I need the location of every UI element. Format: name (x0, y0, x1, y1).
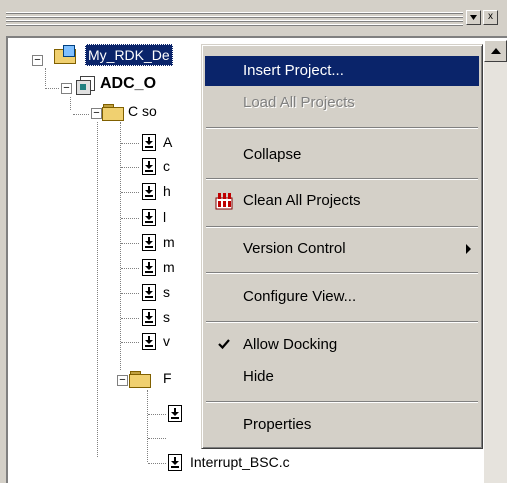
menu-item-collapse[interactable]: Collapse (205, 140, 479, 170)
tree-node-file[interactable]: h (163, 180, 171, 202)
tree-line (121, 218, 139, 219)
scroll-up-button[interactable] (484, 40, 507, 62)
menu-item-properties[interactable]: Properties (205, 410, 479, 440)
menu-item-label: Collapse (243, 146, 302, 163)
menu-separator (206, 401, 478, 403)
collapse-toggle[interactable]: − (117, 375, 128, 386)
menu-separator (206, 178, 478, 180)
menu-item-version-control[interactable]: Version Control (205, 234, 479, 264)
file-icon (142, 259, 156, 276)
folder-icon (102, 104, 124, 121)
file-icon (168, 454, 182, 471)
tree-line (147, 390, 148, 462)
folder-icon (129, 371, 151, 388)
project-icon (76, 76, 95, 95)
submenu-arrow-icon (466, 244, 471, 254)
collapse-toggle[interactable]: − (91, 108, 102, 119)
menu-item-load-all-projects: Load All Projects (205, 88, 479, 118)
menu-item-label: Insert Project... (243, 62, 344, 79)
file-icon (142, 284, 156, 301)
tree-line (121, 342, 139, 343)
tree-node-file[interactable]: m (163, 231, 175, 253)
menu-item-label: Load All Projects (243, 94, 355, 111)
tree-node-file[interactable]: l (163, 206, 166, 228)
file-icon (142, 158, 156, 175)
collapse-toggle[interactable]: − (32, 55, 43, 66)
clean-projects-icon (215, 193, 233, 210)
file-icon (142, 234, 156, 251)
tree-line (121, 143, 139, 144)
menu-item-clean-all-projects[interactable]: Clean All Projects (205, 186, 479, 216)
tree-node-file[interactable]: m (163, 256, 175, 278)
vertical-scrollbar[interactable] (484, 40, 507, 483)
tree-node-c-source[interactable]: C so (128, 100, 157, 122)
tree-node-file[interactable]: s (163, 281, 170, 303)
tree-line (148, 463, 166, 464)
file-icon (142, 309, 156, 326)
tree-line (97, 122, 98, 457)
dock-title-bar: x (0, 0, 507, 36)
file-icon (168, 405, 182, 422)
dock-close-button[interactable]: x (483, 10, 498, 25)
context-menu: Insert Project... Load All Projects Coll… (201, 44, 483, 449)
menu-item-hide[interactable]: Hide (205, 362, 479, 392)
tree-line (121, 167, 139, 168)
tree-node-file[interactable]: c (163, 155, 170, 177)
tree-line (121, 243, 139, 244)
menu-item-configure-view[interactable]: Configure View... (205, 282, 479, 312)
menu-item-label: Version Control (243, 240, 346, 257)
tree-line (120, 122, 121, 370)
menu-separator (206, 321, 478, 323)
file-icon (142, 209, 156, 226)
file-icon (142, 183, 156, 200)
file-icon (142, 134, 156, 151)
dock-grip[interactable] (6, 12, 463, 26)
tree-node-project[interactable]: ADC_O (100, 73, 156, 95)
tree-line (121, 293, 139, 294)
tree-node-folder[interactable]: F (163, 367, 172, 389)
file-icon (142, 333, 156, 350)
menu-item-label: Hide (243, 368, 274, 385)
tree-line (148, 438, 166, 439)
arrow-up-icon (490, 48, 501, 54)
tree-line (73, 114, 89, 115)
tree-node-workspace[interactable]: My_RDK_De (85, 44, 173, 66)
tree-line (45, 88, 59, 89)
tree-node-file[interactable]: A (163, 131, 172, 153)
tree-node-file[interactable]: v (163, 330, 170, 352)
menu-item-insert-project[interactable]: Insert Project... (205, 56, 479, 86)
tree-node-file[interactable]: Interrupt_BSC.c (190, 451, 290, 473)
check-icon (218, 339, 230, 350)
close-icon: x (488, 11, 493, 22)
dock-menu-button[interactable] (466, 10, 481, 25)
menu-separator (206, 127, 478, 129)
menu-item-label: Configure View... (243, 288, 357, 305)
tree-line (70, 97, 71, 110)
tree-line (121, 268, 139, 269)
menu-separator (206, 226, 478, 228)
tree-line (121, 192, 139, 193)
menu-item-label: Allow Docking (243, 336, 338, 353)
workspace-icon (54, 45, 76, 64)
tree-line (148, 414, 166, 415)
tree-node-file[interactable]: s (163, 306, 170, 328)
menu-item-allow-docking[interactable]: Allow Docking (205, 330, 479, 360)
menu-separator (206, 272, 478, 274)
tree-line (45, 68, 46, 86)
tree-line (121, 318, 139, 319)
chevron-down-icon (470, 15, 477, 20)
menu-item-label: Clean All Projects (243, 192, 361, 209)
menu-item-label: Properties (243, 416, 312, 433)
collapse-toggle[interactable]: − (61, 83, 72, 94)
